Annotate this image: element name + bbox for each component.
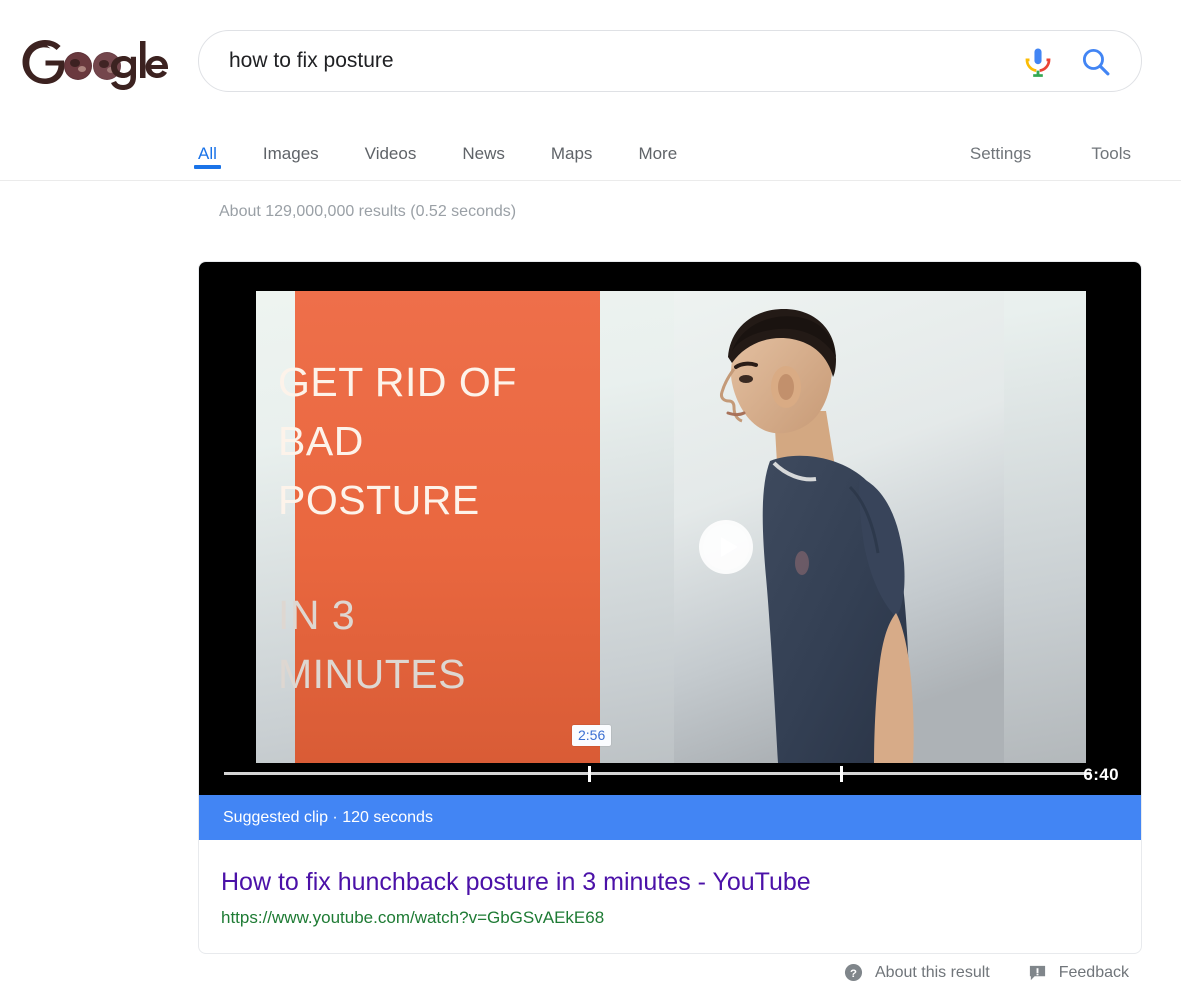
thumbnail-subline-line1: IN 3 [278,592,356,638]
nav-utilities: Settings Tools [970,122,1131,180]
tab-videos[interactable]: Videos [365,122,417,164]
result-footer-links: ? About this result Feedback [806,963,1129,982]
thumbnail-headline-line2: BAD [278,418,364,464]
progress-track[interactable] [224,772,1091,775]
video-player[interactable]: GET RID OF BAD POSTURE IN 3 MINUTES 2:56… [199,262,1141,795]
nav-tabs: All Images Videos News Maps More [194,122,677,180]
about-this-result-label: About this result [875,963,990,981]
feedback-flag-icon [1028,963,1047,982]
clip-banner-length: 120 seconds [342,809,433,826]
svg-text:?: ? [850,968,857,980]
search-icon-svg [1082,48,1110,76]
result-text-block: How to fix hunchback posture in 3 minute… [199,840,1141,929]
result-title-link[interactable]: How to fix hunchback posture in 3 minute… [221,866,811,898]
feedback-flag-icon-svg [1029,965,1045,981]
google-logo-svg [22,40,168,90]
video-thumbnail: GET RID OF BAD POSTURE IN 3 MINUTES [256,291,1086,763]
about-this-result-button[interactable]: ? About this result [844,963,990,982]
page-header [0,0,1181,122]
clip-banner-separator: · [332,809,338,826]
tab-all[interactable]: All [194,122,221,169]
search-box[interactable] [198,30,1142,92]
search-icon[interactable] [1079,45,1113,79]
video-duration: 6:40 [1083,765,1119,784]
clip-banner-label: Suggested clip [223,809,328,826]
thumbnail-headline-line1: GET RID OF [278,359,517,405]
thumbnail-headline-line3: POSTURE [278,477,480,523]
play-circle-icon[interactable] [697,518,755,576]
thumbnail-subline: IN 3 MINUTES [278,586,466,704]
microphone-icon[interactable] [1021,45,1055,79]
suggested-clip-banner[interactable]: Suggested clip · 120 seconds [199,778,1141,840]
tools-button[interactable]: Tools [1091,122,1131,164]
result-stats: About 129,000,000 results (0.52 seconds) [219,203,517,220]
video-progress-bar[interactable]: 6:40 [199,763,1141,795]
search-input[interactable] [229,31,999,91]
playhead-time-tooltip: 2:56 [572,725,612,746]
tab-more[interactable]: More [638,122,677,164]
feedback-button[interactable]: Feedback [1028,963,1129,982]
thumbnail-headline: GET RID OF BAD POSTURE [278,353,517,530]
question-circle-icon-svg: ? [844,963,863,982]
clip-end-marker[interactable] [839,766,843,782]
settings-button[interactable]: Settings [970,122,1031,164]
video-result-card: GET RID OF BAD POSTURE IN 3 MINUTES 2:56… [198,261,1142,954]
feedback-label: Feedback [1058,963,1129,981]
google-logo[interactable] [20,36,170,90]
result-url[interactable]: https://www.youtube.com/watch?v=GbGSvAEk… [221,907,1141,929]
clip-start-marker[interactable] [588,766,592,782]
microphone-icon-svg [1025,48,1051,77]
question-circle-icon: ? [844,963,863,982]
thumbnail-subline-line2: MINUTES [278,651,466,697]
search-nav-bar: All Images Videos News Maps More Setting… [0,122,1181,181]
tab-news[interactable]: News [462,122,505,164]
tab-images[interactable]: Images [263,122,319,164]
tab-maps[interactable]: Maps [551,122,593,164]
